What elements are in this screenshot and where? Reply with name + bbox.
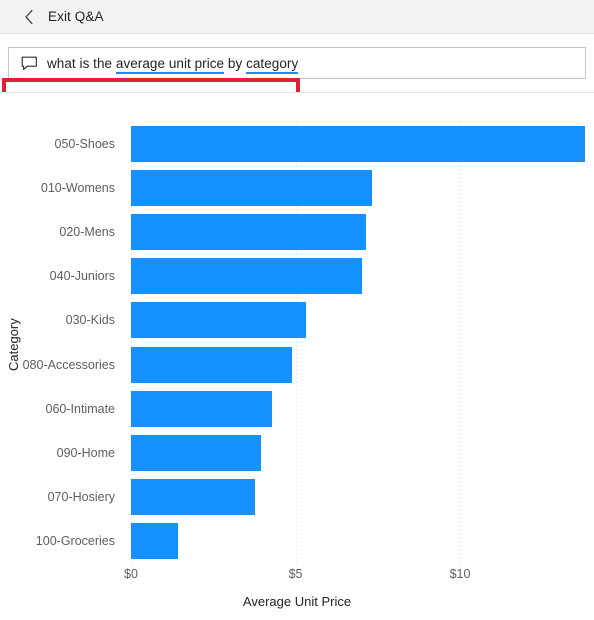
bar[interactable] [131, 346, 293, 383]
qa-question-row: what is the average unit price by catego… [0, 35, 594, 123]
bar[interactable] [131, 522, 179, 559]
qa-text-prefix: what is the [47, 55, 116, 71]
bar-series [131, 122, 590, 563]
bar-row [131, 122, 590, 166]
bar[interactable] [131, 478, 256, 515]
bar-row [131, 519, 590, 563]
y-axis-tick-label: 080-Accessories [22, 357, 115, 372]
y-axis-tick-label: 070-Hosiery [47, 489, 115, 504]
bar-row [131, 210, 590, 254]
chevron-left-icon[interactable] [18, 6, 40, 28]
qa-question-input[interactable]: what is the average unit price by catego… [8, 47, 586, 79]
x-axis-tick-label: $0 [124, 567, 138, 581]
y-axis-tick-label: 040-Juniors [49, 269, 115, 284]
exit-qa-button[interactable]: Exit Q&A [48, 9, 104, 24]
bar-row [131, 342, 590, 386]
qa-text-middle: by [224, 55, 247, 71]
qa-term-average-unit-price: average unit price [115, 55, 225, 74]
bar-row [131, 254, 590, 298]
qa-question-text: what is the average unit price by catego… [47, 55, 299, 74]
bar-row [131, 431, 590, 475]
x-axis-tick-labels: $0 $5 $10 [0, 567, 594, 585]
y-axis-tick-labels: 050-Shoes 010-Womens 020-Mens 040-Juniors 03… [0, 122, 123, 563]
bar[interactable] [131, 170, 373, 207]
bar[interactable] [131, 258, 362, 295]
plot-area [131, 122, 590, 563]
bar[interactable] [131, 302, 307, 339]
bar-row [131, 166, 590, 210]
bar[interactable] [131, 434, 261, 471]
qa-top-bar: Exit Q&A [0, 0, 594, 34]
bar-row [131, 387, 590, 431]
bar-chart[interactable]: Category 050-Shoes 010-Womens 020-Mens 040-… [0, 93, 594, 620]
y-axis-tick-label: 050-Shoes [54, 137, 115, 152]
x-axis-tick-label: $10 [449, 567, 471, 581]
qa-term-category: category [246, 55, 299, 74]
y-axis-tick-label: 020-Mens [59, 225, 115, 240]
y-axis-tick-label: 010-Womens [40, 181, 115, 196]
bar[interactable] [131, 214, 367, 251]
y-axis-tick-label: 030-Kids [65, 313, 115, 328]
bar[interactable] [131, 390, 273, 427]
y-axis-tick-label: 090-Home [56, 445, 115, 460]
x-axis-title: Average Unit Price [242, 594, 352, 609]
bar[interactable] [131, 126, 586, 163]
bar-row [131, 475, 590, 519]
y-axis-tick-label: 100-Groceries [35, 533, 115, 548]
x-axis-tick-label: $5 [288, 567, 303, 581]
y-axis-tick-label: 060-Intimate [45, 401, 115, 416]
bar-row [131, 298, 590, 342]
speech-bubble-icon [21, 56, 38, 71]
